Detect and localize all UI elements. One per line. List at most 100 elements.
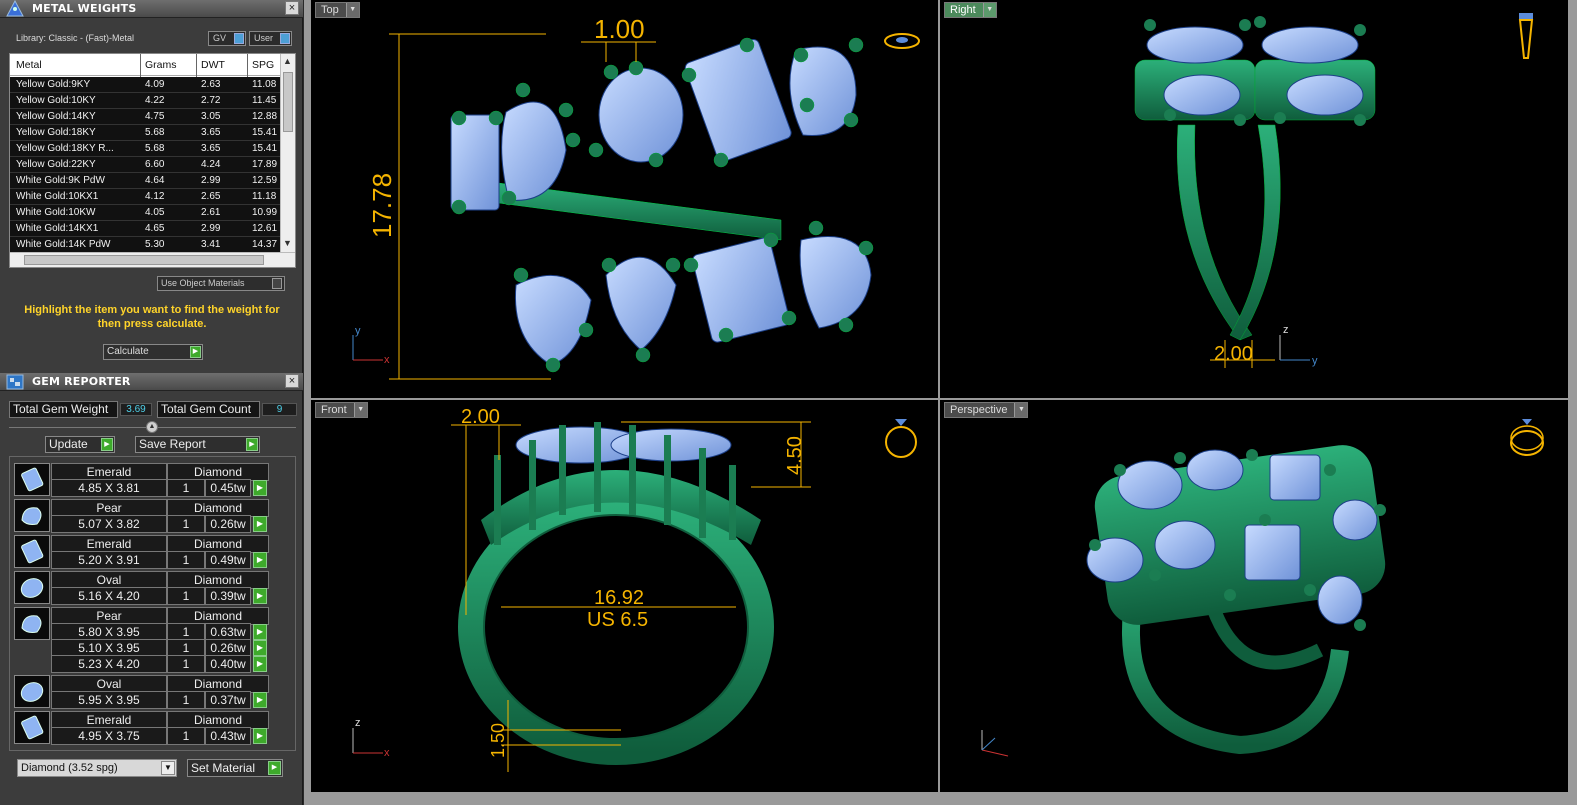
right-viewport[interactable]: 2.00 z y Right ▼ [940,0,1568,398]
cell-spg: 12.61 [252,223,278,234]
select-gem-button[interactable]: ▶ [253,728,267,744]
gem-qty: 1 [167,691,205,709]
ring-side-view-icon [1518,13,1534,59]
table-row[interactable]: White Gold:14KX1 4.65 2.99 12.61 [10,221,280,237]
viewport-label-front[interactable]: Front ▼ [315,402,368,418]
table-row[interactable]: White Gold:14K PdW 5.30 3.41 14.37 [10,237,280,253]
select-gem-button[interactable]: ▶ [253,624,267,640]
close-gem-reporter-button[interactable]: × [285,374,299,388]
viewport-label-right[interactable]: Right ▼ [944,2,997,18]
cell-spg: 11.45 [252,95,277,106]
dimension-top-left: 2.00 [461,406,500,428]
cell-grams: 4.05 [145,207,165,218]
gem-total-weight: 0.26tw [205,515,251,533]
use-object-materials-label: Use Object Materials [161,278,245,288]
play-icon: ▶ [268,761,281,775]
chevron-down-icon[interactable]: ▼ [353,403,367,417]
table-row[interactable]: Yellow Gold:22KY 6.60 4.24 17.89 [10,157,280,173]
select-gem-button[interactable]: ▶ [253,516,267,532]
select-gem-button[interactable]: ▶ [253,552,267,568]
cell-grams: 4.12 [145,191,165,202]
checkbox-box[interactable] [272,278,282,289]
viewport-label-top[interactable]: Top ▼ [315,2,360,18]
chevron-down-icon[interactable]: ▼ [982,3,996,17]
calculate-label: Calculate [107,346,149,357]
dimension-bottom: 1.50 [488,723,508,758]
select-gem-button[interactable]: ▶ [253,588,267,604]
gv-toggle-label: GV [213,33,227,43]
axis-x-label: x [384,747,390,759]
right-view-render[interactable]: 2.00 z y [940,0,1568,398]
set-material-label: Set Material [191,761,256,775]
cell-dwt: 3.65 [201,143,221,154]
cell-dwt: 2.61 [201,207,221,218]
gem-qty: 1 [167,655,205,673]
cell-grams: 5.30 [145,239,165,250]
chevron-down-icon[interactable]: ▼ [161,761,175,775]
scroll-thumb[interactable] [24,255,264,265]
gem-material-select[interactable]: Diamond (3.52 spg) ▼ [17,759,177,777]
scroll-down-icon[interactable]: ▼ [283,238,292,248]
axis-y-label: y [355,325,361,337]
calculate-button[interactable]: Calculate ▶ [103,344,203,360]
cell-metal: White Gold:9K PdW [16,175,105,186]
table-row[interactable]: Yellow Gold:9KY 4.09 2.63 11.08 [10,77,280,93]
play-icon: ▶ [190,346,201,358]
use-object-materials-checkbox[interactable]: Use Object Materials [157,276,285,291]
table-row[interactable]: White Gold:9K PdW 4.64 2.99 12.59 [10,173,280,189]
table-row[interactable]: Yellow Gold:10KY 4.22 2.72 11.45 [10,93,280,109]
cell-grams: 5.68 [145,127,165,138]
collapse-icon[interactable]: ▲ [146,421,158,433]
set-material-button[interactable]: Set Material ▶ [187,759,283,777]
instructions-text: Highlight the item you want to find the … [24,304,280,330]
table-row[interactable]: White Gold:10KX1 4.12 2.65 11.18 [10,189,280,205]
perspective-viewport[interactable]: Perspective ▼ [940,400,1568,792]
viewport-label-perspective[interactable]: Perspective ▼ [944,402,1029,418]
metal-weights-table[interactable]: Metal Grams DWT SPG Yellow Gold:9KY 4.09 2… [9,53,296,268]
column-header-metal[interactable]: Metal [16,59,140,71]
select-gem-button[interactable]: ▶ [253,640,267,656]
gem-qty: 1 [167,551,205,569]
perspective-label-text: Perspective [950,404,1008,416]
user-toggle[interactable]: User [249,31,292,46]
front-viewport[interactable]: 2.00 4.50 16.92 US 6.5 1.50 z x Front ▼ [311,400,938,792]
cell-spg: 12.59 [252,175,278,186]
column-header-dwt[interactable]: DWT [201,59,249,71]
top-viewport[interactable]: 1.00 17.78 y x Top ▼ [311,0,938,398]
scroll-thumb[interactable] [283,72,293,132]
axis-x-label: x [384,354,390,366]
dimension-inner: 16.92 [594,587,644,609]
select-gem-button[interactable]: ▶ [253,656,267,672]
gem-list: Emerald Diamond 4.85 X 3.81 1 0.45tw ▶ Pear Dia… [9,456,296,751]
table-row[interactable]: Yellow Gold:18KY R... 5.68 3.65 15.41 [10,141,280,157]
vertical-scrollbar[interactable]: ▲ ▼ [280,54,295,252]
gv-toggle[interactable]: GV [208,31,246,46]
column-header-grams[interactable]: Grams [145,59,195,71]
oval-cut-gem-icon [14,675,50,708]
cell-metal: Yellow Gold:10KY [16,95,96,106]
top-view-render[interactable]: 1.00 17.78 y x [311,0,938,398]
table-row[interactable]: Yellow Gold:18KY 5.68 3.65 15.41 [10,125,280,141]
front-view-render[interactable]: 2.00 4.50 16.92 US 6.5 1.50 z x [311,400,938,792]
cell-spg: 15.41 [252,127,278,138]
chevron-down-icon[interactable]: ▼ [345,3,359,17]
cell-dwt: 3.05 [201,111,221,122]
table-row[interactable]: White Gold:10KW 4.05 2.61 10.99 [10,205,280,221]
gem-material-value: Diamond (3.52 spg) [21,762,118,774]
update-button[interactable]: Update ▶ [45,436,115,453]
gem-size: 4.95 X 3.75 [51,727,167,745]
gv-switch[interactable] [234,33,244,44]
metal-weights-title: METAL WEIGHTS [32,2,137,15]
column-header-spg[interactable]: SPG [252,59,280,71]
table-row[interactable]: Yellow Gold:14KY 4.75 3.05 12.88 [10,109,280,125]
chevron-down-icon[interactable]: ▼ [1014,403,1028,417]
scroll-up-icon[interactable]: ▲ [283,56,292,66]
select-gem-button[interactable]: ▶ [253,480,267,496]
select-gem-button[interactable]: ▶ [253,692,267,708]
close-metal-weights-button[interactable]: × [285,1,299,15]
user-switch[interactable] [280,33,290,44]
perspective-view-render[interactable] [940,400,1568,792]
cell-dwt: 3.65 [201,127,221,138]
save-report-button[interactable]: Save Report ▶ [135,436,260,453]
horizontal-scrollbar[interactable] [10,252,295,267]
